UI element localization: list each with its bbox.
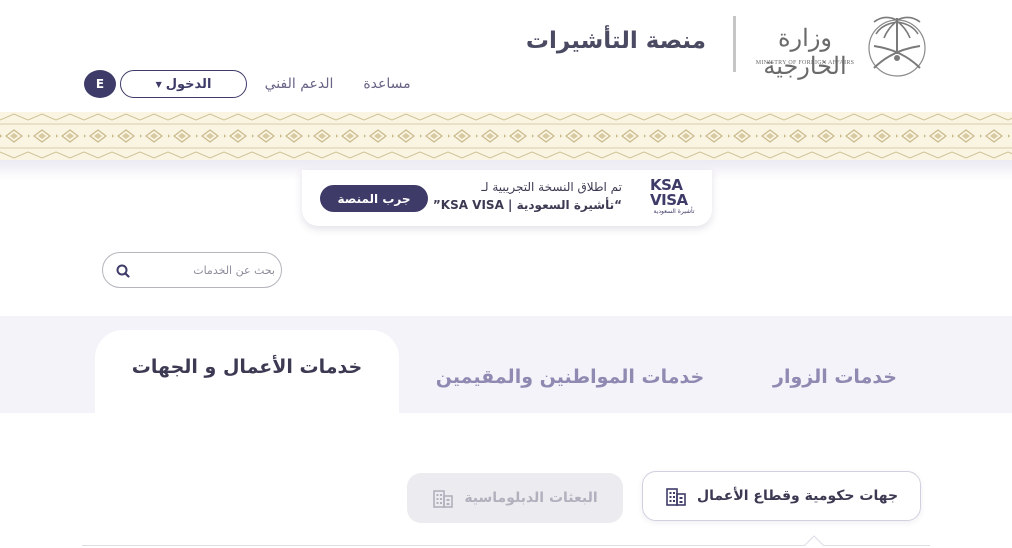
tab-business-entities-services[interactable]: خدمات الأعمال و الجهات <box>95 330 399 413</box>
nav-support-link[interactable]: الدعم الفني <box>256 76 342 92</box>
platform-title: منصة التأشيرات <box>525 28 706 54</box>
search-input[interactable] <box>133 261 275 279</box>
subtab-diplomatic-missions[interactable]: البعثات الدبلوماسية <box>407 473 623 523</box>
caret-down-icon: ▼ <box>155 79 162 89</box>
saudi-emblem-icon <box>868 16 926 77</box>
service-tabs: خدمات الزوار خدمات المواطنين والمقيمين خ… <box>0 316 1012 413</box>
ksa-visa-logo: KSA VISA تأشيرة السعودية <box>650 178 698 218</box>
content-divider <box>82 545 930 546</box>
sadu-pattern <box>0 112 1012 160</box>
subtab-government-business[interactable]: جهات حكومية وقطاع الأعمال <box>642 471 921 521</box>
announcement-line-1: تم اطلاق النسخة التجريبية لـ <box>481 180 622 194</box>
building-icon <box>433 490 454 508</box>
logo-arabic-text: تأشيرة السعودية <box>653 208 695 215</box>
subtab-gov-label: جهات حكومية وقطاع الأعمال <box>696 488 899 504</box>
login-label: الدخول <box>165 76 212 92</box>
nav-help-link[interactable]: مساعدة <box>352 76 422 92</box>
tab-citizens-residents-services[interactable]: خدمات المواطنين والمقيمين <box>405 316 735 413</box>
logo-visa-text: VISA <box>650 191 688 209</box>
active-subtab-pointer <box>804 535 824 546</box>
subtab-dip-label: البعثات الدبلوماسية <box>464 490 598 506</box>
tab-visitors-services[interactable]: خدمات الزوار <box>742 316 928 413</box>
announcement-line-2: “تأشيرة السعودية | KSA VISA” <box>432 198 622 212</box>
services-search <box>102 252 282 288</box>
site-header: وزارة الخارجية MINISTRY OF FOREIGN AFFAI… <box>0 0 1012 112</box>
decorative-pattern-band <box>0 112 1012 160</box>
search-icon[interactable] <box>115 263 131 279</box>
ministry-name-arabic: وزارة الخارجية <box>763 24 847 80</box>
language-toggle-button[interactable]: E <box>84 70 116 98</box>
try-platform-button[interactable]: جرب المنصة <box>320 185 428 212</box>
announcement-card: KSA VISA تأشيرة السعودية تم اطلاق النسخة… <box>302 170 712 226</box>
login-dropdown-button[interactable]: ▼ الدخول <box>120 70 247 98</box>
building-icon <box>666 488 686 506</box>
header-divider <box>733 16 736 72</box>
ministry-name-english: MINISTRY OF FOREIGN AFFAIRS <box>755 60 855 66</box>
